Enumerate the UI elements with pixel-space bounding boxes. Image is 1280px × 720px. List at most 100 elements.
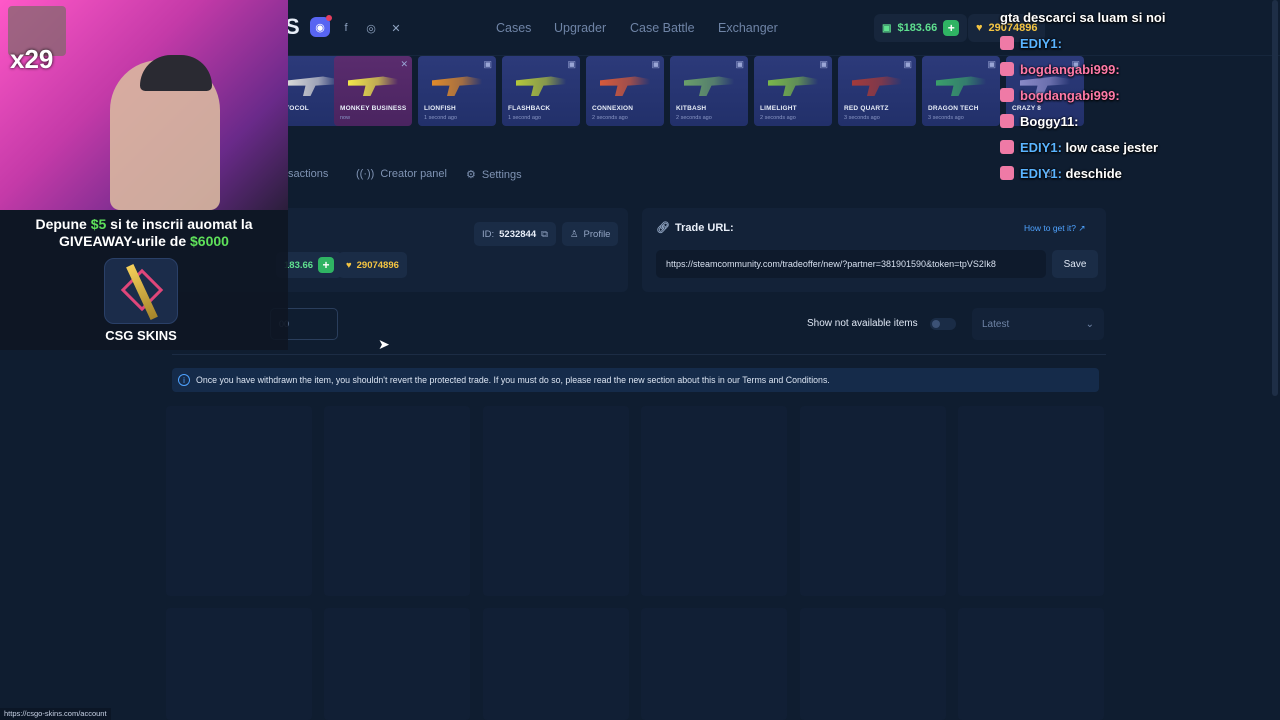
drop-card[interactable]: ▣ FLASHBACK 1 second ago <box>502 56 580 126</box>
item-skeleton-tile <box>483 406 629 596</box>
knife-case-image <box>104 258 178 324</box>
drop-card[interactable]: ▣ DRAGON TECH 3 seconds ago <box>922 56 1000 126</box>
drop-card[interactable]: ▣ LIONFISH 1 second ago <box>418 56 496 126</box>
csgo-skins-brand: CSG SKINS <box>105 328 177 343</box>
x-twitter-icon[interactable]: ✕ <box>388 20 404 36</box>
deposit-plus-icon[interactable]: + <box>943 20 960 36</box>
link-icon: 🔗︎ <box>656 222 670 234</box>
id-label: ID: <box>482 228 495 240</box>
drop-name: KITBASH <box>676 105 707 112</box>
divider <box>172 354 1106 355</box>
drop-name: CONNEXION <box>592 105 634 112</box>
balance-chip[interactable]: ▣ $183.66 + <box>874 14 968 42</box>
chat-message: Boggy11: <box>1000 114 1079 129</box>
weapon-skin-image <box>432 76 482 96</box>
nav-case-battle[interactable]: Case Battle <box>630 21 695 35</box>
profile-button-label: Profile <box>583 228 611 240</box>
drop-time: now <box>340 115 351 121</box>
save-button[interactable]: Save <box>1052 250 1098 278</box>
promo-prize: $6000 <box>190 233 229 249</box>
chat-badge-icon <box>1000 62 1014 76</box>
how-to-get-link[interactable]: How to get it? ↗ <box>1024 223 1085 234</box>
weapon-skin-image <box>684 76 734 96</box>
chat-message: gta descarci sa luam si noi <box>1000 10 1165 25</box>
drop-name: FLASHBACK <box>508 105 551 112</box>
chat-badge-icon <box>1000 166 1014 180</box>
weapon-skin-image <box>348 76 398 96</box>
case-icon: ▣ <box>987 59 996 69</box>
close-icon: ✕ <box>400 59 408 69</box>
tab-transactions-label: sactions <box>288 168 329 180</box>
profile-deposit-plus-icon[interactable]: + <box>318 257 335 273</box>
id-value: 5232844 <box>499 228 537 240</box>
user-id-chip[interactable]: ID: 5232844 ⧉ <box>474 222 556 246</box>
item-skeleton-tile <box>483 608 629 720</box>
copy-icon[interactable]: ⧉ <box>541 229 548 240</box>
profile-balance: 183.66 <box>284 259 314 271</box>
drop-name: DRAGON TECH <box>928 105 979 112</box>
balance-value: $183.66 <box>897 22 938 34</box>
tab-settings-label: Settings <box>481 168 522 181</box>
drop-time: 2 seconds ago <box>592 115 628 121</box>
live-drops-strip: ✕OTOCOL✕MONKEY BUSINESSnow▣LIONFISH1 sec… <box>274 56 1110 128</box>
drop-card[interactable]: ▣ LIMELIGHT 2 seconds ago <box>754 56 832 126</box>
weapon-skin-image <box>516 76 566 96</box>
drop-name: LIMELIGHT <box>760 105 797 112</box>
weapon-skin-image <box>768 76 818 96</box>
tab-creator-panel[interactable]: ((·)) Creator panel <box>356 168 447 180</box>
nav-cases[interactable]: Cases <box>496 21 531 35</box>
logout-icon[interactable]: ⏻ <box>1046 170 1052 180</box>
user-icon: ♙ <box>570 228 579 240</box>
profile-button[interactable]: ♙ Profile <box>562 222 619 246</box>
chat-message: EDIY1: deschide <box>1000 166 1122 181</box>
trade-url-input[interactable]: https://steamcommunity.com/tradeoffer/ne… <box>656 250 1046 278</box>
wallet-icon: ▣ <box>882 22 892 34</box>
page-scrollbar[interactable] <box>1272 0 1278 396</box>
profile-coins-chip: ♥ 29074896 <box>338 252 407 278</box>
tab-settings[interactable]: ⚙ Settings <box>466 168 522 182</box>
drop-card[interactable]: ▣ KITBASH 2 seconds ago <box>670 56 748 126</box>
chat-text: deschide <box>1065 166 1122 181</box>
heart-coin-icon: ♥ <box>346 259 352 271</box>
item-skeleton-tile <box>958 608 1104 720</box>
profile-coins: 29074896 <box>356 259 399 271</box>
item-skeleton-tile <box>166 406 312 596</box>
item-skeleton-tile <box>800 608 946 720</box>
promo-l1a: Depune <box>35 216 91 232</box>
giveaway-promo: Depune $5 si te inscrii auomat la GIVEAW… <box>0 210 288 350</box>
nav-upgrader[interactable]: Upgrader <box>554 21 606 35</box>
broadcast-icon: ((·)) <box>356 168 375 180</box>
drop-card[interactable]: ▣ RED QUARTZ 3 seconds ago <box>838 56 916 126</box>
drop-time: 2 seconds ago <box>676 115 712 121</box>
streamer-webcam: x29 <box>0 0 288 210</box>
drop-time: 2 seconds ago <box>760 115 796 121</box>
item-skeleton-tile <box>641 608 787 720</box>
sort-select[interactable]: Latest ⌄ <box>972 308 1104 340</box>
chat-text: gta descarci sa luam si noi <box>1000 10 1166 25</box>
promo-l1b: si te inscrii auomat la <box>106 216 253 232</box>
instagram-icon[interactable]: ◎ <box>363 20 379 36</box>
case-icon: ▣ <box>483 59 492 69</box>
tab-creator-label: Creator panel <box>380 168 447 180</box>
show-not-available-toggle[interactable] <box>930 318 956 330</box>
discord-icon[interactable]: ◉ <box>310 15 332 37</box>
weapon-skin-image <box>600 76 650 96</box>
trade-url-title-text: Trade URL: <box>674 221 734 234</box>
case-icon: ▣ <box>735 59 744 69</box>
nav-exchanger[interactable]: Exchanger <box>718 21 778 35</box>
notice-text: Once you have withdrawn the item, you sh… <box>196 375 830 385</box>
chat-username: EDIY1: <box>1020 140 1062 155</box>
item-skeleton-tile <box>324 406 470 596</box>
drop-name: LIONFISH <box>424 105 456 112</box>
drop-card[interactable]: ✕ MONKEY BUSINESS now <box>334 56 412 126</box>
status-url: https://csgo-skins.com/account <box>0 708 111 720</box>
gear-icon: ⚙ <box>466 169 476 181</box>
info-icon: i <box>178 374 190 386</box>
drop-card[interactable]: ▣ CONNEXION 2 seconds ago <box>586 56 664 126</box>
chevron-down-icon: ⌄ <box>1085 318 1094 330</box>
tab-transactions[interactable]: sactions <box>288 168 328 180</box>
item-skeleton-tile <box>166 608 312 720</box>
facebook-icon[interactable]: f <box>338 20 354 36</box>
drop-time: 3 seconds ago <box>844 115 880 121</box>
trade-url-title: 🔗︎ Trade URL: <box>656 221 734 235</box>
